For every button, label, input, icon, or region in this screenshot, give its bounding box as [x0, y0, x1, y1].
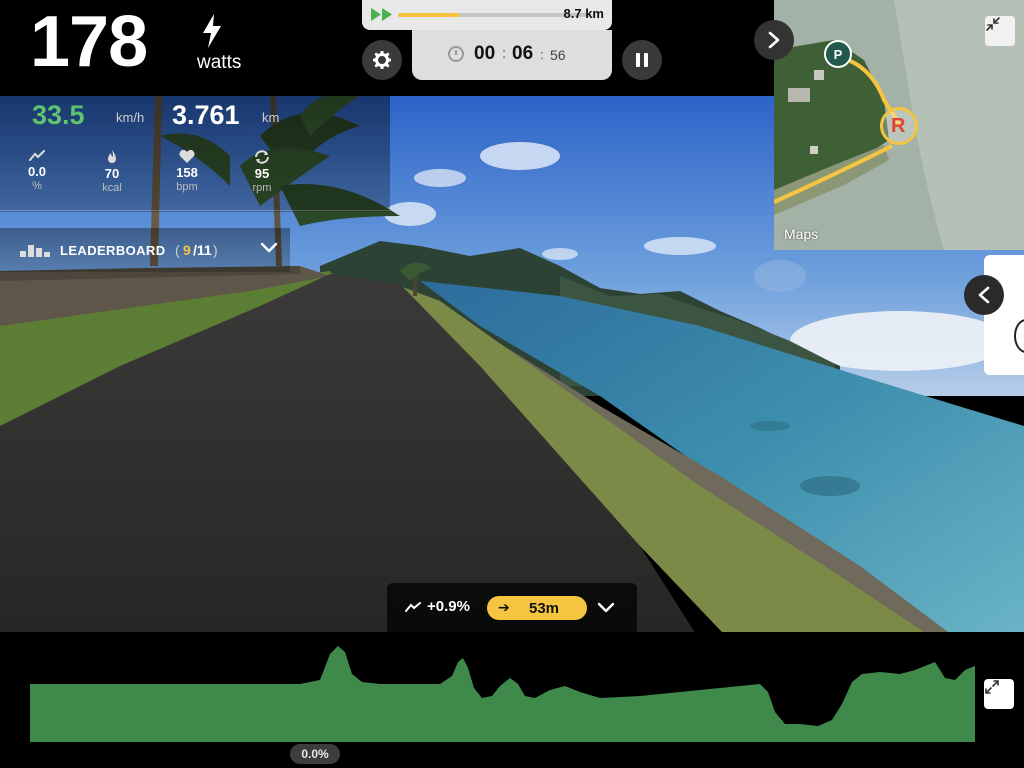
pause-button[interactable]: [622, 40, 662, 80]
route-progress-panel: 8.7 km: [362, 0, 612, 30]
clock-icon: [448, 46, 464, 62]
leaderboard-position: 9: [183, 242, 191, 258]
heart-rate-value: 158: [176, 165, 198, 180]
arrow-right-icon: ➔: [498, 599, 510, 615]
collapse-map-button[interactable]: [985, 16, 1015, 46]
grade-info-panel[interactable]: +0.9% ➔ 53m: [387, 583, 637, 633]
stats-divider: [0, 210, 390, 211]
rider-marker-glyph: R: [891, 115, 906, 137]
chevron-left-icon: [978, 286, 990, 304]
ride-stats-panel: 33.5 km/h 3.761 km 0.0 % 70 kcal 158 bpm…: [0, 96, 390, 212]
distance-unit: km: [262, 110, 280, 125]
expand-profile-button[interactable]: [984, 679, 1014, 709]
flame-icon: [108, 150, 116, 163]
leaderboard-label: LEADERBOARD: [60, 243, 166, 258]
pause-icon: [636, 53, 648, 67]
fast-forward-icon[interactable]: [371, 8, 393, 21]
elevation-profile[interactable]: 0.0%: [0, 632, 1024, 768]
slope-unit: %: [32, 180, 42, 192]
side-panel[interactable]: [984, 255, 1024, 375]
calories-value: 70: [104, 166, 120, 181]
heart-rate-unit: bpm: [176, 181, 198, 193]
heart-icon: [179, 150, 195, 163]
cadence-unit: rpm: [252, 182, 272, 194]
slope-icon: [405, 602, 421, 612]
route-map[interactable]: P R Maps: [774, 0, 1024, 250]
collapse-icon: [986, 17, 1000, 31]
route-progress-bar: [398, 13, 591, 17]
elapsed-timer: 00 : 06 : 56: [412, 30, 612, 80]
calories-unit: kcal: [102, 182, 122, 194]
map-next-button[interactable]: [754, 20, 794, 60]
leaderboard-paren-close: ): [213, 242, 218, 258]
elevation-profile-chart: [30, 646, 975, 742]
leaderboard-total: /11: [193, 242, 212, 258]
settings-button[interactable]: [362, 40, 402, 80]
current-grade-marker: 0.0%: [290, 744, 340, 764]
leaderboard-paren-open: (: [175, 242, 180, 258]
distance-value: 3.761: [172, 100, 240, 130]
slope-stat: 0.0 %: [12, 150, 62, 192]
gear-icon: [373, 51, 391, 69]
timer-separator: :: [540, 47, 544, 62]
expand-icon: [985, 680, 999, 694]
timer-seconds: 56: [550, 47, 566, 63]
cadence-icon: [255, 150, 269, 164]
timer-panel: 00 : 06 : 56: [412, 30, 612, 80]
rider-position-marker: R: [880, 107, 918, 145]
distance-ahead-value: 53m: [529, 600, 560, 617]
cadence-value: 95: [254, 166, 270, 181]
slope-value: 0.0: [27, 164, 47, 179]
leaderboard-toggle[interactable]: LEADERBOARD ( 9 /11 ): [0, 228, 290, 272]
timer-separator: :: [502, 45, 507, 62]
timer-minutes: 06: [512, 43, 534, 64]
side-panel-toggle-button[interactable]: [964, 275, 1004, 315]
route-total-distance: 8.7 km: [563, 6, 604, 21]
slope-icon: [29, 150, 45, 161]
upcoming-grade-value: +0.9%: [427, 598, 470, 615]
speed-value: 33.5: [32, 100, 85, 130]
power-unit: watts: [197, 52, 242, 73]
chevron-down-icon: [260, 242, 278, 253]
leaderboard-bars-icon: [20, 245, 50, 257]
side-panel-ring-icon: [1014, 319, 1024, 353]
maps-attribution: Maps: [784, 226, 819, 242]
speed-unit: km/h: [116, 110, 145, 125]
parking-marker[interactable]: P: [824, 40, 852, 68]
timer-hours: 00: [474, 43, 496, 64]
power-value: 178: [30, 2, 148, 82]
route-progress-fill: [398, 13, 460, 17]
cadence-stat: 95 rpm: [237, 150, 287, 194]
chevron-down-icon[interactable]: [597, 602, 615, 614]
chevron-right-icon: [768, 31, 780, 49]
heart-rate-stat: 158 bpm: [162, 150, 212, 193]
distance-ahead-pill: ➔ 53m: [487, 596, 587, 620]
lightning-icon: [203, 14, 221, 48]
calories-stat: 70 kcal: [87, 150, 137, 194]
